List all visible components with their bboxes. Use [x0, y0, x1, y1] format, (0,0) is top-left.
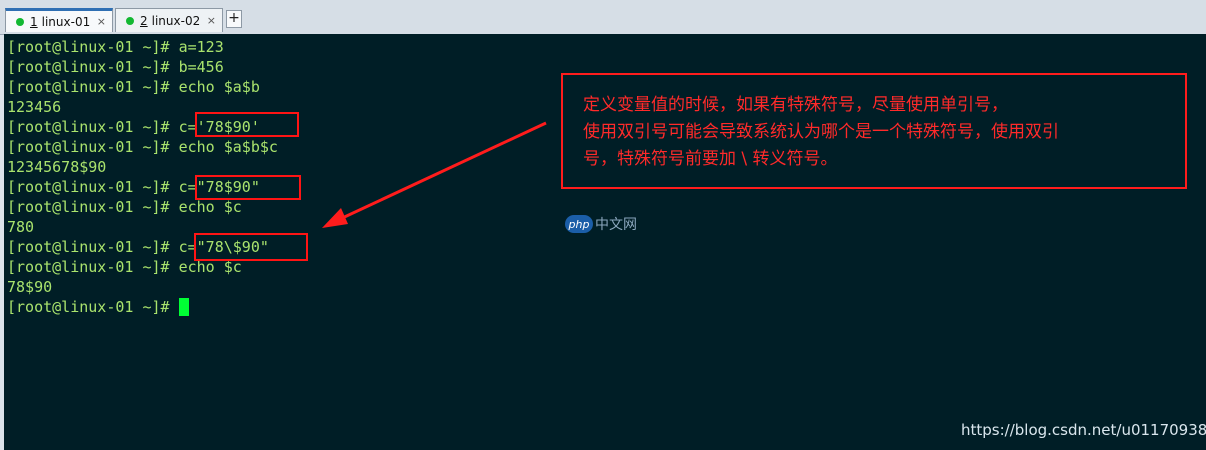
annotation-line: 使用双引号可能会导致系统认为哪个是一个特殊符号，使用双引 [583, 122, 1059, 142]
watermark-text: 中文网 [595, 217, 637, 233]
tab-label: linux-02 [151, 13, 201, 28]
terminal-line: [root@linux-01 ~]# a=123 [7, 38, 224, 56]
terminal-line: [root@linux-01 ~]# echo $c [7, 198, 242, 216]
connected-status-icon [126, 16, 134, 25]
source-url: https://blog.csdn.net/u011709380 [961, 421, 1206, 439]
highlight-box-escaped [194, 233, 308, 261]
tab-number: 1 [30, 14, 38, 29]
tab-linux-01[interactable]: 1 linux-01 × [5, 8, 113, 32]
php-logo: php [565, 215, 593, 233]
terminal-line: 123456 [7, 98, 62, 116]
terminal-line: 780 [7, 218, 35, 236]
annotation-callout: 定义变量值的时候，如果有特殊符号，尽量使用单引号， 使用双引号可能会导致系统认为… [561, 73, 1187, 189]
watermark: php 中文网 [565, 214, 637, 234]
terminal-line: 78$90 [7, 278, 53, 296]
text-cursor [178, 298, 189, 316]
terminal-prompt-line[interactable]: [root@linux-01 ~]# [7, 297, 189, 317]
add-tab-button[interactable]: + [226, 10, 242, 28]
tab-bar: 1 linux-01 × 2 linux-02 × + [0, 0, 1206, 35]
highlight-box-double-quotes [195, 175, 301, 200]
close-tab-icon[interactable]: × [207, 14, 216, 27]
highlight-box-single-quotes [195, 112, 299, 137]
tab-label: linux-01 [41, 14, 91, 29]
tab-linux-02[interactable]: 2 linux-02 × [115, 8, 223, 32]
annotation-line: 号，特殊符号前要加 \ 转义符号。 [583, 149, 838, 169]
prompt-text: [root@linux-01 ~]# [7, 298, 179, 316]
terminal-line: 12345678$90 [7, 158, 107, 176]
annotation-line: 定义变量值的时候，如果有特殊符号，尽量使用单引号， [583, 95, 1008, 115]
tab-number: 2 [140, 13, 148, 28]
connected-status-icon [16, 17, 24, 26]
close-tab-icon[interactable]: × [97, 15, 106, 28]
terminal-line: [root@linux-01 ~]# b=456 [7, 58, 224, 76]
terminal-line: [root@linux-01 ~]# echo $a$b$c [7, 138, 278, 156]
terminal-line: [root@linux-01 ~]# echo $a$b [7, 78, 260, 96]
